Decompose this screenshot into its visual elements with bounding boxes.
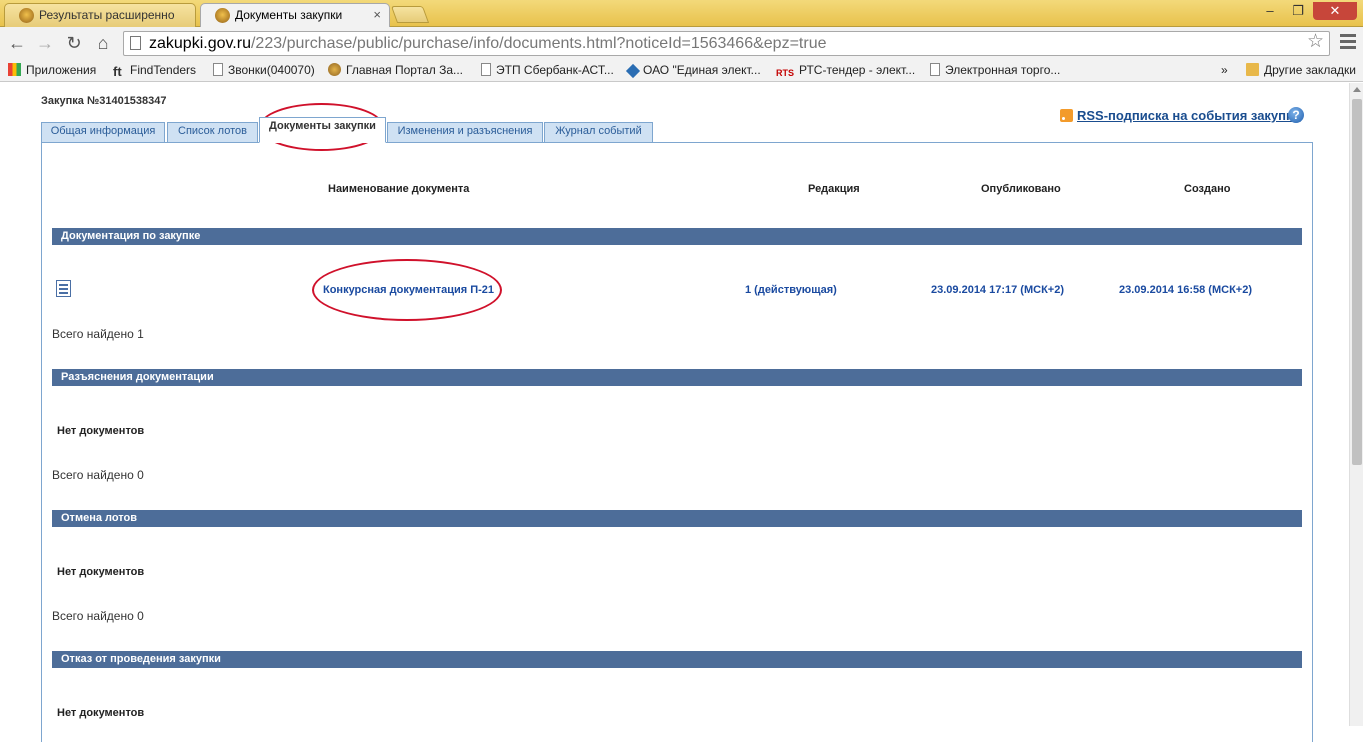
other-bookmarks[interactable]: Другие закладки <box>1246 63 1356 77</box>
url-host: zakupki.gov.ru <box>149 35 251 52</box>
bookmark-label: Электронная торго... <box>945 63 1061 77</box>
reload-icon: ↻ <box>66 33 82 53</box>
total-found: Всего найдено 0 <box>52 609 144 623</box>
bookmark-label: FindTenders <box>130 63 197 77</box>
page-icon <box>130 36 141 50</box>
findtenders-icon: ft <box>113 64 122 79</box>
eagle-icon <box>215 8 230 23</box>
maximize-button[interactable]: ❐ <box>1285 2 1311 20</box>
forward-button[interactable]: → <box>34 33 56 55</box>
total-found: Всего найдено 0 <box>52 468 144 482</box>
eagle-icon <box>19 8 34 23</box>
help-icon[interactable]: ? <box>1288 107 1304 123</box>
bookmark-rts-tender[interactable]: RTS РТС-тендер - элект... <box>776 63 915 80</box>
bookmarks-overflow-button[interactable]: » <box>1221 63 1228 77</box>
no-documents-text: Нет документов <box>57 566 145 578</box>
home-button[interactable]: ⌂ <box>92 33 114 55</box>
back-button[interactable]: ← <box>6 33 28 55</box>
tab-event-log[interactable]: Журнал событий <box>544 122 653 143</box>
home-icon: ⌂ <box>97 33 109 53</box>
bookmark-unified-etp[interactable]: ОАО "Единая элект... <box>625 63 761 79</box>
new-tab-button[interactable] <box>390 6 430 23</box>
page-icon <box>481 63 491 76</box>
minimize-button[interactable]: – <box>1257 2 1283 20</box>
tab-changes-clarifications[interactable]: Изменения и разъяснения <box>387 122 543 143</box>
close-tab-icon[interactable]: × <box>373 7 381 22</box>
bookmark-label: Приложения <box>26 63 97 77</box>
bookmark-label: Другие закладки <box>1264 63 1356 77</box>
rts-icon: RTS <box>776 68 794 78</box>
no-documents-text: Нет документов <box>57 425 145 437</box>
bookmark-label: ЭТП Сбербанк-АСТ... <box>496 63 614 77</box>
tab-general-info[interactable]: Общая информация <box>41 122 165 143</box>
browser-tab-title: Результаты расширенно <box>39 8 175 22</box>
column-header-name: Наименование документа <box>328 183 470 195</box>
document-edition-link[interactable]: 1 (действующая) <box>745 284 837 296</box>
section-header-lot-cancellation: Отмена лотов <box>52 510 1302 527</box>
column-header-edition: Редакция <box>808 183 860 195</box>
close-window-button[interactable]: ✕ <box>1313 2 1357 20</box>
browser-title-bar: Результаты расширенно Документы закупки … <box>0 0 1363 27</box>
section-header-purchase-docs: Документация по закупке <box>52 228 1302 245</box>
address-bar[interactable]: zakupki.gov.ru/223/purchase/public/purch… <box>123 31 1330 56</box>
rss-subscription-link[interactable]: RSS-подписка на события закупки <box>1060 108 1301 123</box>
bookmark-star-icon[interactable]: ☆ <box>1307 30 1324 53</box>
purchase-title: Закупка №31401538347 <box>41 95 167 107</box>
tab-lots-list[interactable]: Список лотов <box>167 122 258 143</box>
document-link[interactable]: Конкурсная документация П-21 <box>323 284 494 296</box>
arrow-left-icon: ← <box>8 33 26 53</box>
browser-tab-documents[interactable]: Документы закупки × <box>200 3 390 27</box>
bookmark-label: Главная Портал За... <box>346 63 464 77</box>
section-header-clarifications: Разъяснения документации <box>52 369 1302 386</box>
document-created-date: 23.09.2014 16:58 (МСК+2) <box>1119 284 1252 296</box>
page-icon <box>213 63 223 76</box>
total-found: Всего найдено 1 <box>52 327 144 341</box>
eagle-icon <box>328 63 341 76</box>
bookmark-label: Звонки(040070) <box>228 63 315 77</box>
vertical-scrollbar[interactable] <box>1349 83 1363 726</box>
browser-tab-title: Документы закупки <box>235 8 343 22</box>
browser-menu-icon[interactable] <box>1340 34 1356 52</box>
bookmark-findtenders[interactable]: ft FindTenders <box>113 63 196 78</box>
bookmark-sberbank-ast[interactable]: ЭТП Сбербанк-АСТ... <box>481 63 614 77</box>
rss-link-label: RSS-подписка на события закупки <box>1077 108 1301 123</box>
section-header-purchase-refusal: Отказ от проведения закупки <box>52 651 1302 668</box>
tab-purchase-documents[interactable]: Документы закупки <box>259 117 386 143</box>
rss-icon <box>1060 109 1073 122</box>
page-icon <box>930 63 940 76</box>
bookmarks-bar: Приложения ft FindTenders Звонки(040070) … <box>0 60 1363 82</box>
column-header-published: Опубликовано <box>981 183 1061 195</box>
document-icon[interactable] <box>56 280 71 297</box>
reload-button[interactable]: ↻ <box>63 33 85 55</box>
arrow-right-icon: → <box>36 33 54 53</box>
no-documents-text: Нет документов <box>57 707 145 719</box>
bookmark-calls[interactable]: Звонки(040070) <box>213 63 315 77</box>
bookmark-electronic-trading[interactable]: Электронная торго... <box>930 63 1060 77</box>
bookmark-label: ОАО "Единая элект... <box>643 63 761 77</box>
url-path: /223/purchase/public/purchase/info/docum… <box>250 35 827 52</box>
bookmark-label: РТС-тендер - элект... <box>799 63 916 77</box>
browser-tab-search-results[interactable]: Результаты расширенно <box>4 3 196 27</box>
scroll-up-arrow-icon[interactable] <box>1353 87 1361 92</box>
folder-icon <box>1246 63 1259 76</box>
bookmark-main-portal[interactable]: Главная Портал За... <box>328 63 463 77</box>
scrollbar-thumb[interactable] <box>1352 99 1362 465</box>
bookmark-apps[interactable]: Приложения <box>8 63 96 77</box>
column-header-created: Создано <box>1184 183 1231 195</box>
diamond-icon <box>625 63 641 79</box>
document-published-date: 23.09.2014 17:17 (МСК+2) <box>931 284 1064 296</box>
apps-grid-icon <box>8 63 21 76</box>
